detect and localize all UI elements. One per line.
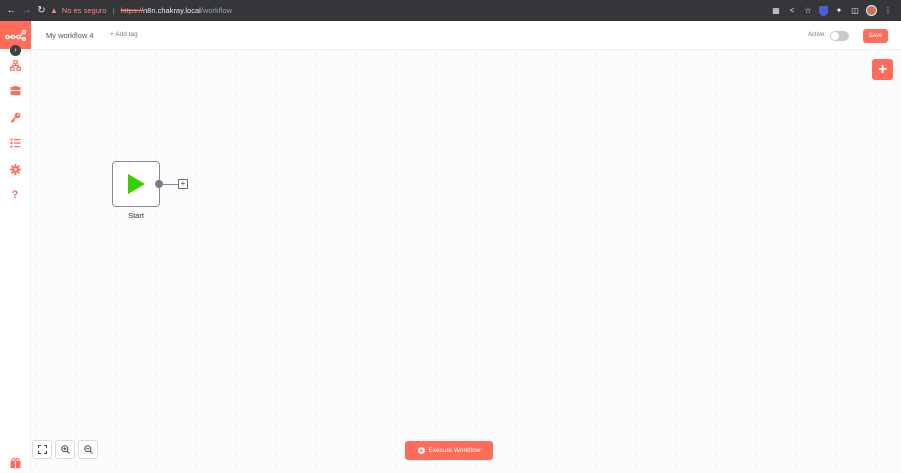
security-status[interactable]: No es seguro [62,6,107,15]
fullscreen-icon [37,445,47,454]
execute-workflow-label: Execute Workflow [428,447,481,454]
add-tag-link[interactable]: + Add tag [110,31,138,38]
network-icon [9,59,21,71]
workflow-header: My workflow 4 + Add tag Active: Save [31,21,901,50]
reload-icon[interactable]: ↻ [34,3,49,18]
url-host: n8n.chakray.local [143,6,201,15]
active-toggle[interactable] [830,31,849,41]
url-scheme: https:// [120,6,143,15]
gift-icon [10,458,20,468]
side-panel-icon[interactable]: ◫ [850,6,860,16]
task-list-icon [10,138,20,148]
save-button[interactable]: Save [863,29,888,43]
sidebar-item-settings[interactable] [8,162,22,176]
browser-nav: ← → ↻ [0,3,49,18]
sidebar-item-workflows[interactable] [8,58,22,72]
bookmark-star-icon[interactable]: ☆ [803,6,813,16]
sidebar: › ? [0,21,31,473]
sidebar-item-executions[interactable] [8,136,22,150]
workflow-name[interactable]: My workflow 4 [46,31,94,40]
url-path: /workflow [200,6,233,15]
key-icon [9,112,20,123]
sidebar-expand-button[interactable]: › [10,45,21,56]
sidebar-item-credentials[interactable] [8,110,22,124]
start-node[interactable] [112,161,160,207]
sidebar-item-help[interactable]: ? [8,188,22,202]
url-separator: | [112,6,115,15]
execute-workflow-button[interactable]: Execute Workflow [405,441,493,460]
sidebar-item-templates[interactable] [8,84,22,98]
forward-icon[interactable]: → [19,3,34,18]
zoom-in-icon [60,445,70,454]
browser-menu-icon[interactable]: ⋮ [883,6,893,16]
node-output-connector [162,183,178,185]
question-mark-icon: ? [11,189,19,201]
play-circle-icon [417,447,425,454]
play-icon [128,174,145,194]
zoom-in-button[interactable] [55,440,75,459]
zoom-to-fit-button[interactable] [32,440,52,459]
node-label: Start [128,211,144,220]
add-connected-node-button[interactable]: + [178,179,188,189]
zoom-out-icon [83,445,93,454]
address-bar[interactable]: ▲ No es seguro | https:// n8n.chakray.lo… [50,3,770,18]
zoom-controls [32,440,98,459]
active-label: Active: [808,32,827,38]
browser-actions: ▦ < ☆ ✦ ◫ ⋮ [771,3,893,18]
extensions-puzzle-icon[interactable]: ✦ [834,6,844,16]
translate-icon[interactable]: ▦ [771,6,781,16]
zoom-out-button[interactable] [78,440,98,459]
box-icon [10,86,20,95]
gear-icon [9,163,21,175]
toggle-knob [831,32,839,40]
browser-toolbar: ← → ↻ ▲ No es seguro | https:// n8n.chak… [0,0,901,21]
extension-shield-icon[interactable] [819,5,828,16]
add-node-button[interactable]: + [872,59,893,80]
profile-avatar[interactable] [866,5,877,16]
warning-icon[interactable]: ▲ [50,6,58,15]
share-icon[interactable]: < [787,6,797,16]
back-icon[interactable]: ← [4,3,19,18]
workflow-canvas[interactable]: + + Start Execute Workflow [31,50,901,473]
sidebar-item-updates[interactable] [8,457,22,469]
